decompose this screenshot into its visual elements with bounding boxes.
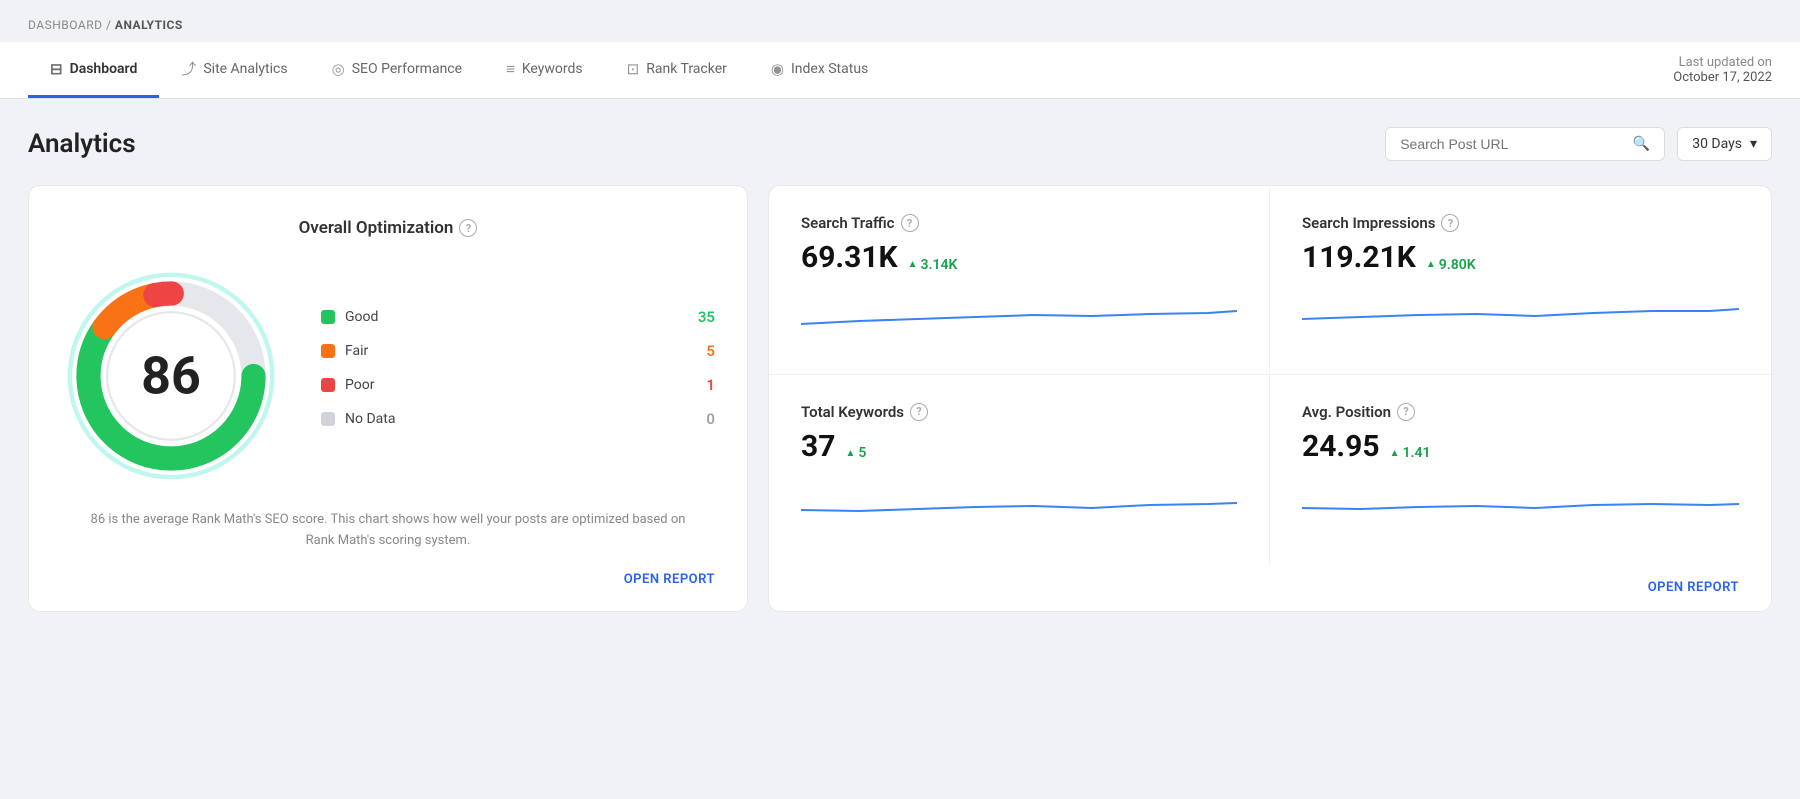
breadcrumb-root[interactable]: DASHBOARD [28, 18, 102, 32]
legend-good: Good 35 [321, 308, 715, 326]
chevron-down-icon: ▾ [1750, 136, 1757, 152]
search-icon: 🔍 [1633, 136, 1650, 152]
total-keywords-title: Total Keywords ? [801, 403, 1237, 421]
total-keywords-sparkline [801, 478, 1237, 523]
tabs: ⊟ Dashboard ⤴ Site Analytics ◎ SEO Perfo… [28, 42, 890, 98]
total-keywords-value: 37 [801, 429, 835, 464]
tab-site-analytics-label: Site Analytics [203, 61, 287, 77]
legend: Good 35 Fair 5 Poor [321, 308, 715, 444]
last-updated-date: October 17, 2022 [1673, 70, 1772, 85]
optimization-help-icon[interactable]: ? [459, 219, 477, 237]
search-url-input[interactable]: 🔍 [1385, 127, 1665, 161]
search-traffic-title: Search Traffic ? [801, 214, 1237, 232]
search-impressions-sparkline [1302, 289, 1739, 334]
fair-dot [321, 344, 335, 358]
search-url-field[interactable] [1400, 136, 1625, 152]
search-traffic-value: 69.31K [801, 240, 898, 275]
avg-position-sparkline [1302, 478, 1739, 523]
avg-position-help[interactable]: ? [1397, 403, 1415, 421]
page-title: Analytics [28, 129, 136, 159]
metric-search-impressions: Search Impressions ? 119.21K 9.80K [1270, 186, 1771, 375]
tab-seo-label: SEO Performance [352, 61, 462, 77]
metric-total-keywords: Total Keywords ? 37 5 [769, 375, 1270, 564]
fair-value: 5 [706, 342, 715, 360]
dashboard-icon: ⊟ [50, 60, 63, 78]
avg-position-value-row: 24.95 1.41 [1302, 429, 1739, 464]
open-report-link[interactable]: OPEN REPORT [61, 572, 715, 587]
total-keywords-value-row: 37 5 [801, 429, 1237, 464]
search-impressions-title: Search Impressions ? [1302, 214, 1739, 232]
donut-chart: 86 [61, 266, 281, 486]
last-updated-label: Last updated on [1673, 55, 1772, 70]
poor-value: 1 [706, 376, 715, 394]
search-traffic-value-row: 69.31K 3.14K [801, 240, 1237, 275]
last-updated: Last updated on October 17, 2022 [1673, 55, 1772, 85]
donut-score: 86 [141, 346, 201, 407]
search-traffic-help[interactable]: ? [901, 214, 919, 232]
search-traffic-delta: 3.14K [908, 257, 958, 273]
chart-area: 86 Good 35 Fair [61, 266, 715, 486]
index-status-icon: ◉ [771, 60, 784, 78]
header-controls: 🔍 30 Days ▾ [1385, 127, 1772, 161]
tab-keywords[interactable]: ≡ Keywords [484, 42, 605, 98]
poor-dot [321, 378, 335, 392]
main-content: Analytics 🔍 30 Days ▾ Overall Optimizati… [0, 99, 1800, 640]
search-impressions-value-row: 119.21K 9.80K [1302, 240, 1739, 275]
metrics-card: Search Traffic ? 69.31K 3.14K Search Imp… [768, 185, 1772, 612]
total-keywords-help[interactable]: ? [910, 403, 928, 421]
tab-seo-performance[interactable]: ◎ SEO Performance [310, 42, 484, 98]
legend-nodata: No Data 0 [321, 410, 715, 428]
days-select[interactable]: 30 Days ▾ [1677, 127, 1772, 161]
right-footer: OPEN REPORT [769, 564, 1771, 611]
tab-bar: ⊟ Dashboard ⤴ Site Analytics ◎ SEO Perfo… [0, 42, 1800, 99]
tab-index-status[interactable]: ◉ Index Status [749, 42, 890, 98]
search-impressions-help[interactable]: ? [1441, 214, 1459, 232]
legend-fair: Fair 5 [321, 342, 715, 360]
search-impressions-value: 119.21K [1302, 240, 1416, 275]
tab-dashboard-label: Dashboard [70, 61, 138, 77]
breadcrumb-separator: / [106, 18, 111, 32]
optimization-title: Overall Optimization ? [61, 218, 715, 238]
nodata-value: 0 [706, 410, 715, 428]
rank-tracker-icon: ⊡ [627, 60, 640, 78]
optimization-description: 86 is the average Rank Math's SEO score.… [61, 510, 715, 552]
good-label: Good [345, 309, 378, 325]
tab-dashboard[interactable]: ⊟ Dashboard [28, 42, 159, 98]
legend-poor: Poor 1 [321, 376, 715, 394]
avg-position-value: 24.95 [1302, 429, 1380, 464]
seo-icon: ◎ [332, 60, 345, 78]
keywords-icon: ≡ [506, 60, 515, 78]
nodata-label: No Data [345, 411, 395, 427]
avg-position-delta: 1.41 [1390, 445, 1431, 461]
tab-keywords-label: Keywords [522, 61, 583, 77]
tab-index-status-label: Index Status [791, 61, 868, 77]
metrics-grid: Search Traffic ? 69.31K 3.14K Search Imp… [769, 186, 1771, 564]
metric-search-traffic: Search Traffic ? 69.31K 3.14K [769, 186, 1270, 375]
tab-rank-tracker[interactable]: ⊡ Rank Tracker [605, 42, 749, 98]
search-traffic-sparkline [801, 289, 1237, 334]
metric-avg-position: Avg. Position ? 24.95 1.41 [1270, 375, 1771, 564]
tab-rank-tracker-label: Rank Tracker [646, 61, 727, 77]
breadcrumb: DASHBOARD / ANALYTICS [0, 0, 1800, 42]
days-select-label: 30 Days [1692, 136, 1742, 152]
fair-label: Fair [345, 343, 368, 359]
poor-label: Poor [345, 377, 374, 393]
good-value: 35 [698, 308, 715, 326]
avg-position-title: Avg. Position ? [1302, 403, 1739, 421]
analytics-header: Analytics 🔍 30 Days ▾ [28, 127, 1772, 161]
tab-site-analytics[interactable]: ⤴ Site Analytics [159, 42, 309, 98]
search-impressions-delta: 9.80K [1426, 257, 1476, 273]
good-dot [321, 310, 335, 324]
breadcrumb-current: ANALYTICS [115, 18, 183, 32]
cards-row: Overall Optimization ? [28, 185, 1772, 612]
total-keywords-delta: 5 [845, 445, 866, 461]
optimization-card: Overall Optimization ? [28, 185, 748, 612]
site-analytics-icon: ⤴ [181, 58, 196, 79]
nodata-dot [321, 412, 335, 426]
right-open-report-link[interactable]: OPEN REPORT [1648, 580, 1739, 595]
